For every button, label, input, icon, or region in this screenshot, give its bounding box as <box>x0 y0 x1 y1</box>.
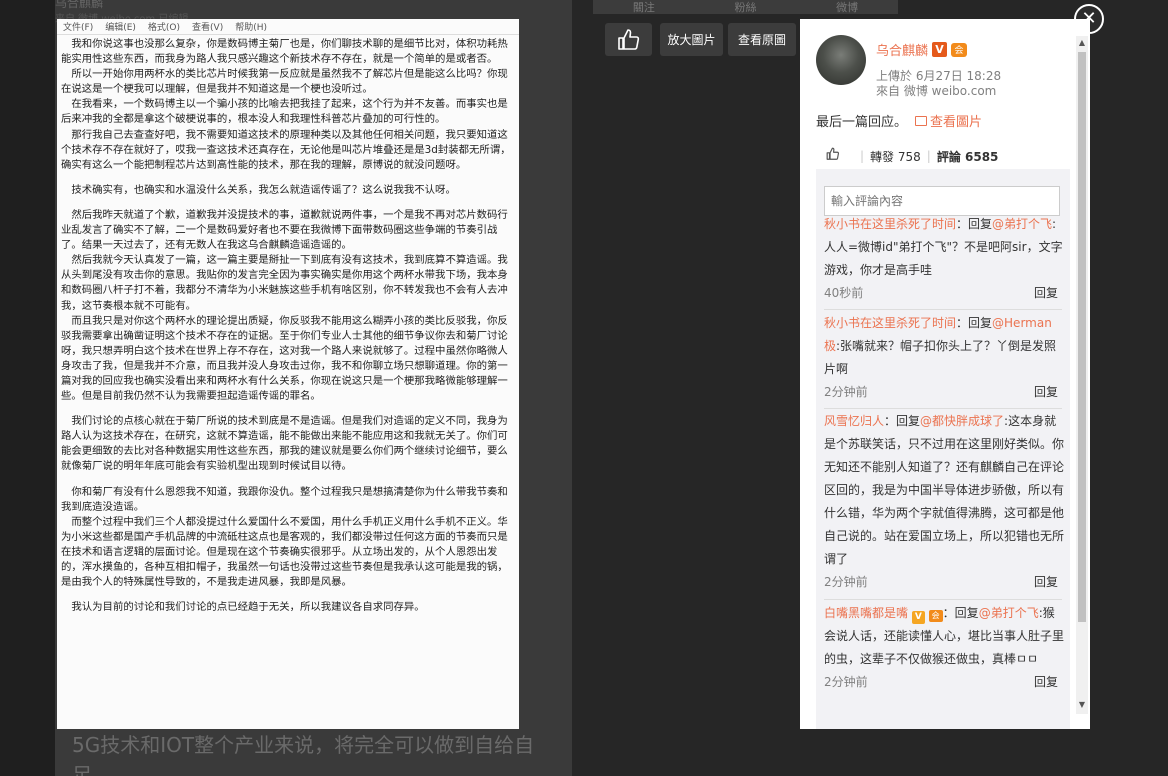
notepad-menu-bar: 文件(F) 编辑(E) 格式(O) 查看(V) 帮助(H) <box>57 19 519 35</box>
comment-item: 白嘴黑嘴都是嘴 V 会：回复@弟打个飞:猴会说人话，还能读懂人心，堪比当事人肚子… <box>824 602 1064 694</box>
comment-reply-prefix: ：回复 <box>956 316 993 330</box>
comment-time: 2分钟前 <box>824 575 868 589</box>
comment-reply-button[interactable]: 回复 <box>1034 671 1058 694</box>
comment-time: 2分钟前 <box>824 675 868 689</box>
comment-item: 秋小书在这里杀死了时间：回复@弟打个飞: 人人=微博id"弟打个飞"？不是吧阿s… <box>824 213 1064 305</box>
comment-reply-button[interactable]: 回复 <box>1034 282 1058 305</box>
like-image-button[interactable] <box>605 23 652 56</box>
scroll-up-arrow-icon[interactable]: ▲ <box>1076 36 1088 50</box>
scroll-down-arrow-icon[interactable]: ▼ <box>1076 698 1088 712</box>
author-name-link[interactable]: 乌合麒麟 <box>876 40 928 59</box>
comment-item: 秋小书在这里杀死了时间：回复@Herman极:张嘴就来？帽子扣你头上了？丫倒是发… <box>824 312 1064 404</box>
comment-author-link[interactable]: 白嘴黑嘴都是嘴 <box>824 606 908 620</box>
comment-text: :张嘴就来？帽子扣你头上了？丫倒是发照片啊 <box>824 339 1057 376</box>
member-crown-icon: 会 <box>951 42 968 57</box>
comment-time: 2分钟前 <box>824 385 868 399</box>
comment-text: :这本身就是个苏联笑话，只不过用在这里刚好类似。你无知还不能别人知道了？还有麒麟… <box>824 414 1065 566</box>
notepad-text-body: 我和你说这事也没那么复杂，你是数码博主菊厂也是，你们聊技术聊的是细节比对，体积功… <box>57 35 519 615</box>
menu-file: 文件(F) <box>63 23 94 33</box>
post-source: 來自 微博 weibo.com <box>876 84 997 98</box>
background-tab-fans: 粉絲 <box>734 1 757 14</box>
comment-author-link[interactable]: 风雪忆归人 <box>824 414 884 428</box>
comment-item: 风雪忆归人：回复@都快胖成球了:这本身就是个苏联笑话，只不过用在这里刚好类似。你… <box>824 410 1064 595</box>
author-line: 乌合麒麟 V 会 <box>876 40 968 59</box>
notepad-paragraph: 然后我就今天认真发了一篇，这一篇主要是掰扯一下到底有没有这技术，我到底算不算造谣… <box>61 254 508 312</box>
background-article-text: 5G技术和IOT整个产业来说，将完全可以做到自给自足 <box>72 733 535 776</box>
zoom-image-button[interactable]: 放大圖片 <box>660 23 723 56</box>
menu-view: 查看(V) <box>192 23 224 33</box>
comment-reply-prefix: ：回复 <box>942 606 979 620</box>
notepad-paragraph: 我认为目前的讨论和我们讨论的点已经趋于无关，所以我建议各自求同存异。 <box>61 601 425 614</box>
notepad-paragraph: 而整个过程中我们三个人都没提过什么爱国什么不爱国，用什么手机正义用什么手机不正义… <box>61 515 508 589</box>
background-tab-following: 關注 <box>632 1 655 14</box>
notepad-paragraph: 然后我昨天就道了个歉，道歉我并没提技术的事，道歉就说两件事，一个是我不再对芯片数… <box>61 208 508 252</box>
thumbs-up-icon <box>617 28 639 50</box>
background-tab-weibo: 微博 <box>836 1 859 14</box>
comment-author-link[interactable]: 秋小书在这里杀死了时间 <box>824 316 956 330</box>
verified-v-icon: V <box>932 42 948 57</box>
notepad-paragraph: 技术确实有，也确实和水温没什么关系，我怎么就造谣传谣了？这么说我我不认呀。 <box>61 183 456 196</box>
repost-tab[interactable]: 轉發 758 <box>870 148 921 165</box>
notepad-paragraph: 我们讨论的点核心就在于菊厂所说的技术到底是不是造谣。但是我们对造谣的定义不同，我… <box>61 415 508 473</box>
comment-mention-link[interactable]: @都快胖成球了 <box>920 414 1004 428</box>
post-actions: | 轉發 758 | 評論 6585 <box>816 143 1070 169</box>
viewed-image[interactable]: 文件(F) 编辑(E) 格式(O) 查看(V) 帮助(H) 我和你说这事也没那么… <box>57 19 519 729</box>
avatar[interactable] <box>816 35 866 85</box>
comment-reply-prefix: ：回复 <box>956 217 993 231</box>
comment-reply-button[interactable]: 回复 <box>1034 571 1058 594</box>
scrollbar-thumb[interactable] <box>1078 52 1086 622</box>
notepad-paragraph: 所以一开始你用两杯水的类比芯片时候我第一反应就是虽然我不了解芯片但是能这么比吗？… <box>61 68 508 96</box>
comment-divider <box>824 309 1062 310</box>
like-post-icon[interactable] <box>826 147 840 165</box>
comment-reply-prefix: ：回复 <box>884 414 921 428</box>
comment-input[interactable] <box>824 186 1060 216</box>
picture-icon <box>915 115 928 126</box>
post-text: 最后一篇回应。 查看圖片 <box>816 111 982 130</box>
view-original-button[interactable]: 查看原圖 <box>728 23 796 56</box>
view-picture-label: 查看圖片 <box>930 115 983 130</box>
notepad-paragraph: 你和菊厂有没有什么恩怨我不知道，我跟你没仇。整个过程我只是想搞清楚你为什么带我节… <box>61 485 508 513</box>
view-picture-link[interactable]: 查看圖片 <box>915 111 982 130</box>
comment-time: 40秒前 <box>824 286 864 300</box>
comment-body: 白嘴黑嘴都是嘴 V 会：回复@弟打个飞:猴会说人话，还能读懂人心，堪比当事人肚子… <box>824 602 1064 671</box>
notepad-paragraph: 我和你说这事也没那么复杂，你是数码博主菊厂也是，你们聊技术聊的是细节比对，体积功… <box>61 38 508 66</box>
member-crown-icon: 会 <box>928 610 943 622</box>
action-divider: | <box>926 149 931 163</box>
notepad-paragraph: 而且我只是对你这个两杯水的理论提出质疑，你反驳我不能用这么糊弄小孩的类比反驳我，… <box>61 314 508 403</box>
comment-reply-button[interactable]: 回复 <box>1034 381 1058 404</box>
comment-body: 风雪忆归人：回复@都快胖成球了:这本身就是个苏联笑话，只不过用在这里刚好类似。你… <box>824 410 1064 571</box>
comment-divider <box>824 599 1062 600</box>
comments-section: 秋小书在这里杀死了时间：回复@弟打个飞: 人人=微博id"弟打个飞"？不是吧阿s… <box>816 169 1070 729</box>
menu-format: 格式(O) <box>147 23 181 33</box>
post-content: 最后一篇回应。 <box>816 115 908 130</box>
comment-divider <box>824 408 1062 409</box>
comment-mention-link[interactable]: @弟打个飞 <box>979 606 1039 620</box>
menu-help: 帮助(H) <box>235 23 268 33</box>
action-divider: | <box>860 149 865 163</box>
comment-body: 秋小书在这里杀死了时间：回复@Herman极:张嘴就来？帽子扣你头上了？丫倒是发… <box>824 312 1064 381</box>
comment-author-link[interactable]: 秋小书在这里杀死了时间 <box>824 217 956 231</box>
comment-body: 秋小书在这里杀死了时间：回复@弟打个飞: 人人=微博id"弟打个飞"？不是吧阿s… <box>824 213 1064 282</box>
comment-mention-link[interactable]: @弟打个飞 <box>992 217 1052 231</box>
background-top-tabs: 關注 粉絲 微博 <box>593 0 898 14</box>
post-side-panel: 乌合麒麟 V 会 上傳於 6月27日 18:28 來自 微博 weibo.com… <box>800 19 1090 729</box>
notepad-paragraph: 在我看来，一个数码博主以一个骗小孩的比喻去把我挂了起来，这个行为并不友善。而事实… <box>61 98 508 126</box>
verified-v-icon: V <box>911 611 925 624</box>
notepad-paragraph: 那行我自己去查查好吧，我不需要知道这技术的原理种类以及其他任何相关问题，我只要知… <box>61 128 511 171</box>
comment-tab[interactable]: 評論 6585 <box>937 148 999 165</box>
menu-edit: 编辑(E) <box>105 23 136 33</box>
